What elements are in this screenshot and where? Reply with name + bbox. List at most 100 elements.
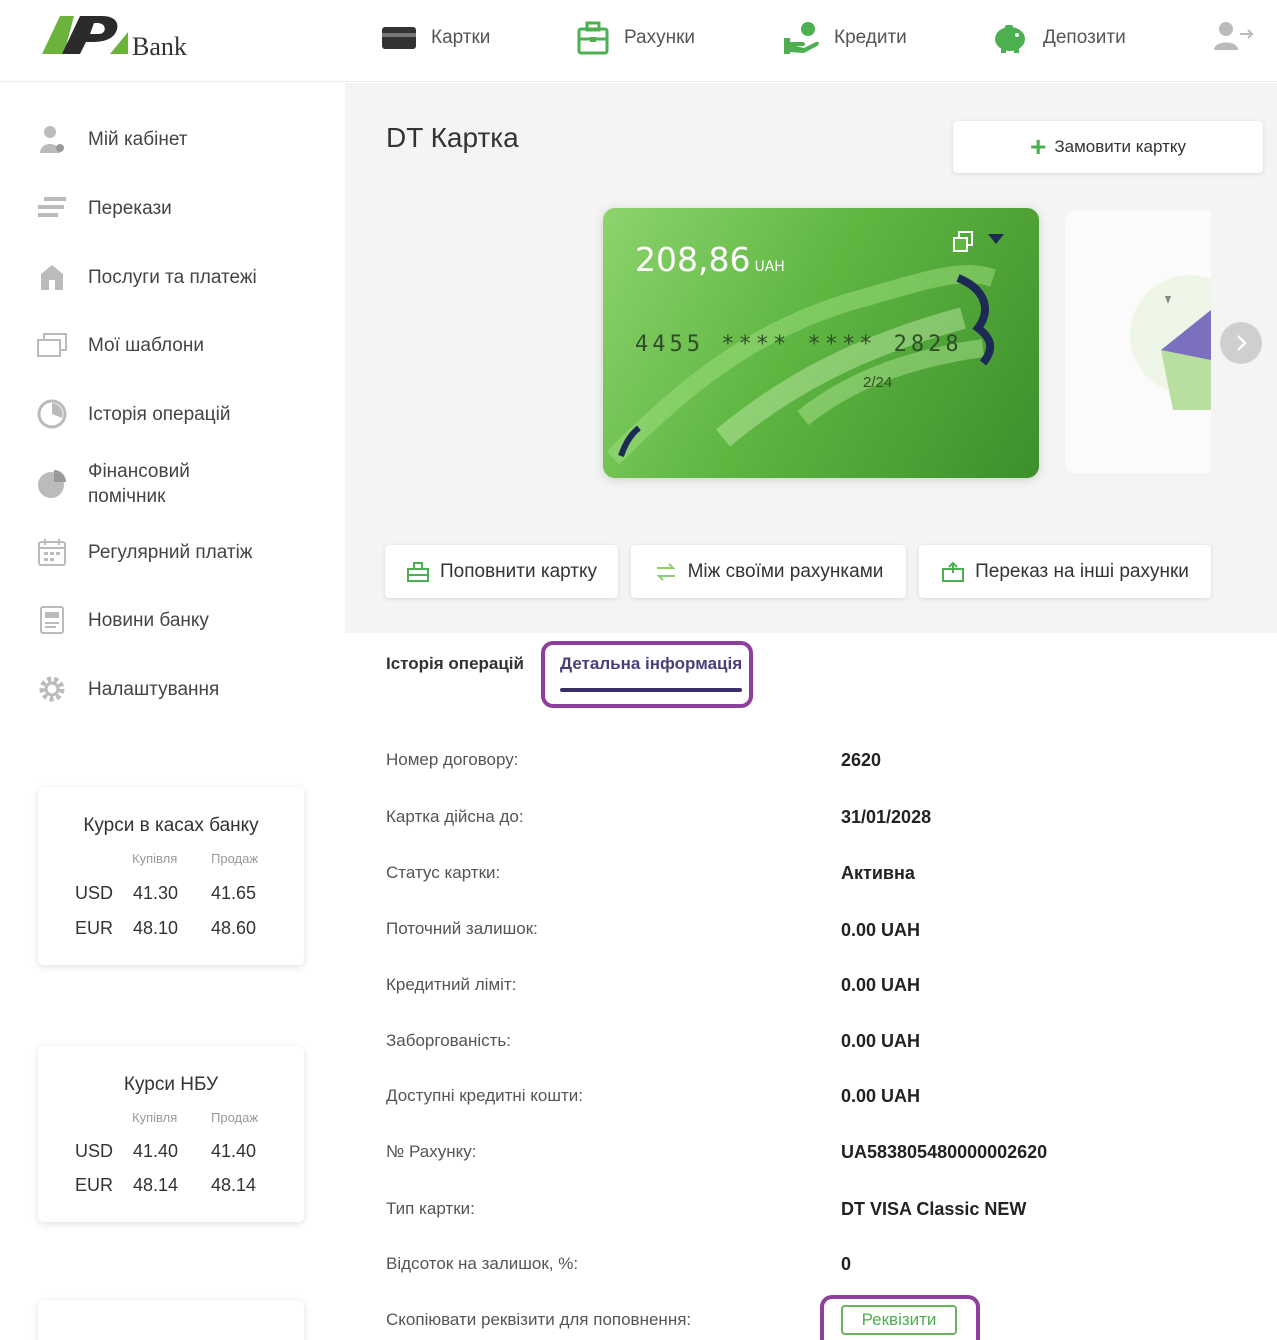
chevron-right-icon (1237, 335, 1247, 351)
copy-icon[interactable] (951, 230, 975, 254)
next-card-button[interactable] (1220, 322, 1262, 364)
rates-buy-value: 41.30 (133, 883, 179, 903)
clock-icon (36, 398, 68, 430)
sidebar-item-settings[interactable]: Налаштування (36, 673, 326, 705)
card-expiry: 2/24 (863, 374, 893, 391)
transfer-other-button[interactable]: Переказ на інші рахунки (919, 545, 1211, 598)
briefcase-icon (577, 21, 609, 55)
exchange-icon (656, 562, 675, 581)
detail-value: 0.00 UAH (841, 920, 921, 940)
rates-buy-value: 41.40 (133, 1141, 179, 1161)
templates-icon (36, 329, 68, 361)
rates-sell-header: Продаж (211, 1110, 259, 1125)
rates-buy-value: 48.10 (133, 918, 179, 938)
card-icon (382, 27, 416, 49)
detail-label: Тип картки: (386, 1199, 475, 1218)
detail-value: 0 (841, 1254, 852, 1274)
detail-label: Статус картки: (386, 863, 501, 882)
rates-currency: USD (75, 883, 114, 903)
bank-card[interactable]: 208,86 UAH 4455 **** **** 2828 2/24 (603, 208, 1039, 478)
sidebar-widget-partial (38, 1300, 304, 1340)
shop-icon (36, 261, 68, 293)
rates-sell-value: 48.60 (211, 918, 257, 938)
logout-user-icon (1214, 22, 1254, 50)
active-tab-indicator (560, 688, 742, 692)
rates-sell-value: 41.65 (211, 883, 257, 903)
order-card-button[interactable]: + Замовити картку (953, 121, 1263, 173)
next-card-preview[interactable] (1065, 210, 1211, 473)
card-balance-currency: UAH (754, 259, 785, 275)
detail-label: Заборгованість: (386, 1031, 511, 1050)
sidebar-item-regular-payment[interactable]: Регулярний платіж (36, 536, 326, 568)
sidebar-item-label: Налаштування (88, 678, 220, 700)
detail-label: Поточний залишок: (386, 919, 538, 938)
nav-accounts[interactable]: Рахунки (576, 18, 695, 58)
requisites-button[interactable]: Реквізити (841, 1305, 957, 1335)
nav-credits[interactable]: Кредити (782, 18, 907, 58)
rates-sell-value: 48.14 (211, 1175, 257, 1195)
bank-rates-title: Курси в касах банку (83, 815, 259, 836)
detail-value: 0.00 UAH (841, 1031, 921, 1051)
nav-accounts-label: Рахунки (624, 27, 696, 48)
logout-button[interactable] (1212, 20, 1256, 52)
sidebar-item-label: Історія операцій (88, 403, 231, 425)
tab-detailed-info[interactable]: Детальна інформація (560, 654, 742, 674)
top-up-card-button[interactable]: Поповнити картку (385, 545, 618, 598)
top-bar: Bank Картки Рахунки Кредити Депозити (0, 0, 1277, 82)
card-preview-art (1130, 275, 1211, 410)
rates-currency: EUR (75, 918, 114, 938)
sidebar-item-services[interactable]: Послуги та платежі (36, 261, 326, 293)
caret-down-icon[interactable] (985, 228, 1007, 250)
bank-rates-widget: Курси в касах банку Купівля Продаж USD 4… (38, 787, 304, 965)
plus-icon: + (1029, 131, 1047, 162)
nav-deposits[interactable]: Депозити (991, 18, 1126, 58)
rates-buy-header: Купівля (132, 1110, 178, 1125)
top-up-card-label: Поповнити картку (439, 560, 598, 582)
nav-cards-label: Картки (431, 27, 491, 48)
detail-value: 0.00 UAH (841, 975, 921, 995)
highlight-annotation (541, 641, 753, 708)
sidebar-item-templates[interactable]: Мої шаблони (36, 329, 326, 361)
nav-cards[interactable]: Картки (381, 18, 490, 58)
sidebar-item-label: Фінансовий помічник (88, 461, 190, 507)
order-card-label: Замовити картку (1054, 137, 1187, 156)
card-balance: 208,86 UAH (635, 240, 785, 279)
detail-label: Доступні кредитні кошти: (386, 1086, 584, 1105)
sidebar-item-fin-assistant[interactable]: Фінансовий помічник (36, 459, 326, 509)
sidebar-item-news[interactable]: Новини банку (36, 604, 326, 636)
between-accounts-button[interactable]: Між своїми рахунками (631, 545, 906, 598)
detail-value: 2620 (841, 750, 882, 770)
detail-value: Активна (841, 863, 915, 883)
page: Bank Картки Рахунки Кредити Депозити Мій… (0, 0, 1277, 1340)
tab-operations-history[interactable]: Історія операцій (386, 654, 524, 674)
transfer-other-label: Переказ на інші рахунки (975, 560, 1189, 582)
transfer-icon (36, 192, 68, 224)
sidebar-item-label: Новини банку (88, 609, 209, 631)
sidebar-item-transfers[interactable]: Перекази (36, 192, 326, 224)
sidebar-item-label: Мій кабінет (88, 128, 188, 150)
ap-logo-icon (40, 14, 130, 54)
sidebar-item-label: Послуги та платежі (88, 266, 257, 288)
sidebar-item-label: Регулярний платіж (88, 541, 253, 563)
detail-value: 31/01/2028 (841, 807, 932, 827)
between-accounts-label: Між своїми рахунками (687, 560, 884, 582)
bank-logo[interactable]: Bank (40, 12, 210, 62)
detail-label: № Рахунку: (386, 1142, 477, 1161)
rates-sell-value: 41.40 (211, 1141, 257, 1161)
detail-value: 0.00 UAH (841, 1086, 921, 1106)
user-icon (36, 123, 68, 155)
page-title: DT Картка (386, 122, 519, 153)
nav-deposits-label: Депозити (1043, 27, 1126, 48)
detail-label: Номер договору: (386, 750, 519, 769)
wallet-icon (406, 561, 429, 582)
nav-credits-label: Кредити (834, 27, 907, 48)
sidebar-item-my-cabinet[interactable]: Мій кабінет (36, 123, 326, 155)
sidebar-item-label: Мої шаблони (88, 334, 204, 356)
sidebar-item-history[interactable]: Історія операцій (36, 398, 326, 430)
credit-hand-icon (784, 22, 819, 54)
sidebar: Мій кабінет Перекази Послуги та платежі … (0, 83, 345, 1340)
detail-label: Картка дійсна до: (386, 807, 524, 826)
rates-buy-header: Купівля (132, 851, 178, 866)
detail-label: Скопіювати реквізити для поповнення: (386, 1310, 692, 1329)
detail-label: Відсоток на залишок, %: (386, 1254, 579, 1273)
